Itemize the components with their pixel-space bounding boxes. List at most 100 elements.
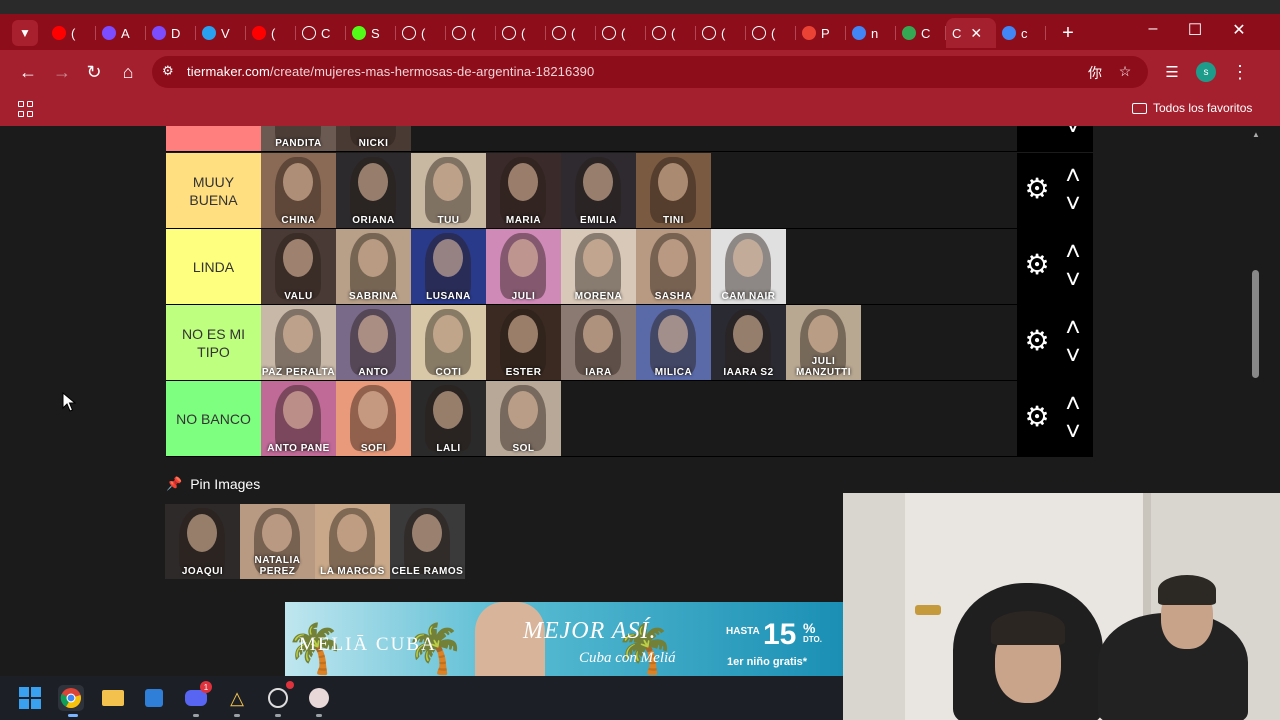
translate-icon[interactable]: 你: [1086, 63, 1104, 81]
tier-item-image[interactable]: IARA: [561, 305, 636, 380]
gear-icon[interactable]: ⚙: [1023, 403, 1051, 431]
tier-item-image[interactable]: NATALIA PEREZ: [240, 504, 315, 579]
tier-item-image[interactable]: CAM NAIR: [711, 229, 786, 304]
store-button[interactable]: [141, 685, 167, 711]
gear-icon[interactable]: ⚙: [1023, 175, 1051, 203]
tier-item-image[interactable]: SASHA: [636, 229, 711, 304]
tier-item-image[interactable]: ANTO: [336, 305, 411, 380]
browser-tab[interactable]: (: [246, 18, 296, 48]
tier-item-image[interactable]: ORIANA: [336, 153, 411, 228]
tier-item-image[interactable]: SOFI: [336, 381, 411, 456]
move-up-icon[interactable]: ˄: [1061, 390, 1085, 416]
tier-item-image[interactable]: PANDITA: [261, 126, 336, 151]
address-bar[interactable]: ⚙ tiermaker.com/create/mujeres-mas-hermo…: [152, 56, 1148, 88]
tier-item-image[interactable]: NICKI: [336, 126, 411, 151]
browser-tab[interactable]: (: [396, 18, 446, 48]
tier-item-image[interactable]: PAZ PERALTA: [261, 305, 336, 380]
move-down-icon[interactable]: ˅: [1061, 266, 1085, 292]
reload-button[interactable]: ↻: [82, 60, 106, 84]
move-up-icon[interactable]: ˄: [1061, 238, 1085, 264]
obs-button[interactable]: [265, 681, 294, 711]
windows-start-button[interactable]: [17, 685, 43, 711]
browser-tab[interactable]: C: [896, 18, 946, 48]
tier-label[interactable]: NO ES MI TIPO: [166, 305, 261, 380]
tier-item-image[interactable]: MILICA: [636, 305, 711, 380]
tier-item-image[interactable]: JOAQUI: [165, 504, 240, 579]
discord-button[interactable]: 1: [183, 681, 212, 711]
game-app-button[interactable]: [306, 685, 332, 711]
tier-item-image[interactable]: JULI: [486, 229, 561, 304]
browser-tab[interactable]: (: [46, 18, 96, 48]
file-explorer-button[interactable]: [100, 685, 126, 711]
tier-item-image[interactable]: TUU: [411, 153, 486, 228]
move-down-icon[interactable]: ˅: [1061, 126, 1085, 139]
site-info-icon[interactable]: ⚙: [162, 63, 180, 81]
tier-label[interactable]: MUUY BUENA: [166, 153, 261, 228]
browser-tab[interactable]: (: [646, 18, 696, 48]
tier-item-image[interactable]: TINI: [636, 153, 711, 228]
close-window-button[interactable]: ✕: [1224, 20, 1254, 40]
move-down-icon[interactable]: ˅: [1061, 418, 1085, 444]
browser-tab[interactable]: D: [146, 18, 196, 48]
move-down-icon[interactable]: ˅: [1061, 342, 1085, 368]
browser-tab[interactable]: P: [796, 18, 846, 48]
tab-search-button[interactable]: ▼: [12, 20, 38, 46]
gear-icon[interactable]: ⚙: [1023, 251, 1051, 279]
move-up-icon[interactable]: ˄: [1061, 162, 1085, 188]
close-tab-icon[interactable]: ✕: [970, 25, 982, 42]
new-tab-button[interactable]: +: [1058, 22, 1078, 45]
chrome-taskbar-button[interactable]: [58, 685, 84, 711]
advertisement-banner[interactable]: 🌴 🌴 🌴 MELIĀ CUBA MEJOR ASÍ. Cuba con Mel…: [285, 602, 845, 676]
browser-tab[interactable]: A: [96, 18, 146, 48]
tier-item-image[interactable]: CELE RAMOS: [390, 504, 465, 579]
move-down-icon[interactable]: ˅: [1061, 190, 1085, 216]
browser-tab[interactable]: (: [696, 18, 746, 48]
scroll-up-icon[interactable]: ▲: [1252, 130, 1260, 139]
browser-tab[interactable]: C: [296, 18, 346, 48]
browser-tab[interactable]: S: [346, 18, 396, 48]
back-button[interactable]: ←: [16, 60, 40, 84]
tier-label[interactable]: LINDA: [166, 229, 261, 304]
browser-tab[interactable]: (: [546, 18, 596, 48]
apps-grid-icon[interactable]: [18, 101, 34, 117]
tier-item-image[interactable]: LUSANA: [411, 229, 486, 304]
url-text[interactable]: tiermaker.com/create/mujeres-mas-hermosa…: [187, 64, 594, 79]
minimize-button[interactable]: –: [1138, 20, 1168, 38]
tier-item-image[interactable]: ANTO PANE: [261, 381, 336, 456]
forward-button[interactable]: →: [50, 60, 74, 84]
tier-item-image[interactable]: JULI MANZUTTI: [786, 305, 861, 380]
menu-button[interactable]: ⋮: [1228, 60, 1252, 84]
browser-tab[interactable]: (: [746, 18, 796, 48]
browser-tab[interactable]: (: [446, 18, 496, 48]
tier-item-image[interactable]: EMILIA: [561, 153, 636, 228]
scrollbar-thumb[interactable]: [1252, 270, 1259, 378]
home-button[interactable]: ⌂: [116, 60, 140, 84]
tier-item-image[interactable]: CHINA: [261, 153, 336, 228]
profile-avatar[interactable]: s: [1196, 62, 1216, 82]
tier-item-image[interactable]: SOL: [486, 381, 561, 456]
bookmark-star-icon[interactable]: ☆: [1116, 63, 1134, 81]
browser-tab[interactable]: (: [596, 18, 646, 48]
tier-item-image[interactable]: LALI: [411, 381, 486, 456]
browser-tab[interactable]: C ✕: [946, 18, 996, 48]
tier-item-image[interactable]: ESTER: [486, 305, 561, 380]
move-up-icon[interactable]: ˄: [1061, 314, 1085, 340]
gear-icon[interactable]: ⚙: [1023, 327, 1051, 355]
browser-tab[interactable]: n: [846, 18, 896, 48]
app-button[interactable]: △: [224, 685, 250, 711]
browser-tab[interactable]: (: [496, 18, 546, 48]
tier-item-image[interactable]: COTI: [411, 305, 486, 380]
all-bookmarks-folder[interactable]: Todos los favoritos: [1132, 101, 1252, 115]
browser-tab[interactable]: V: [196, 18, 246, 48]
tier-item-image[interactable]: VALU: [261, 229, 336, 304]
media-control-button[interactable]: ☰: [1160, 60, 1184, 84]
tier-item-image[interactable]: SABRINA: [336, 229, 411, 304]
tier-label[interactable]: NO BANCO: [166, 381, 261, 456]
tier-item-image[interactable]: MORENA: [561, 229, 636, 304]
tier-item-image[interactable]: LA MARCOS: [315, 504, 390, 579]
tier-item-image[interactable]: IAARA S2: [711, 305, 786, 380]
browser-tab[interactable]: c: [996, 18, 1046, 48]
maximize-button[interactable]: ☐: [1180, 20, 1210, 40]
tier-label[interactable]: [166, 126, 261, 151]
tier-item-image[interactable]: MARIA: [486, 153, 561, 228]
